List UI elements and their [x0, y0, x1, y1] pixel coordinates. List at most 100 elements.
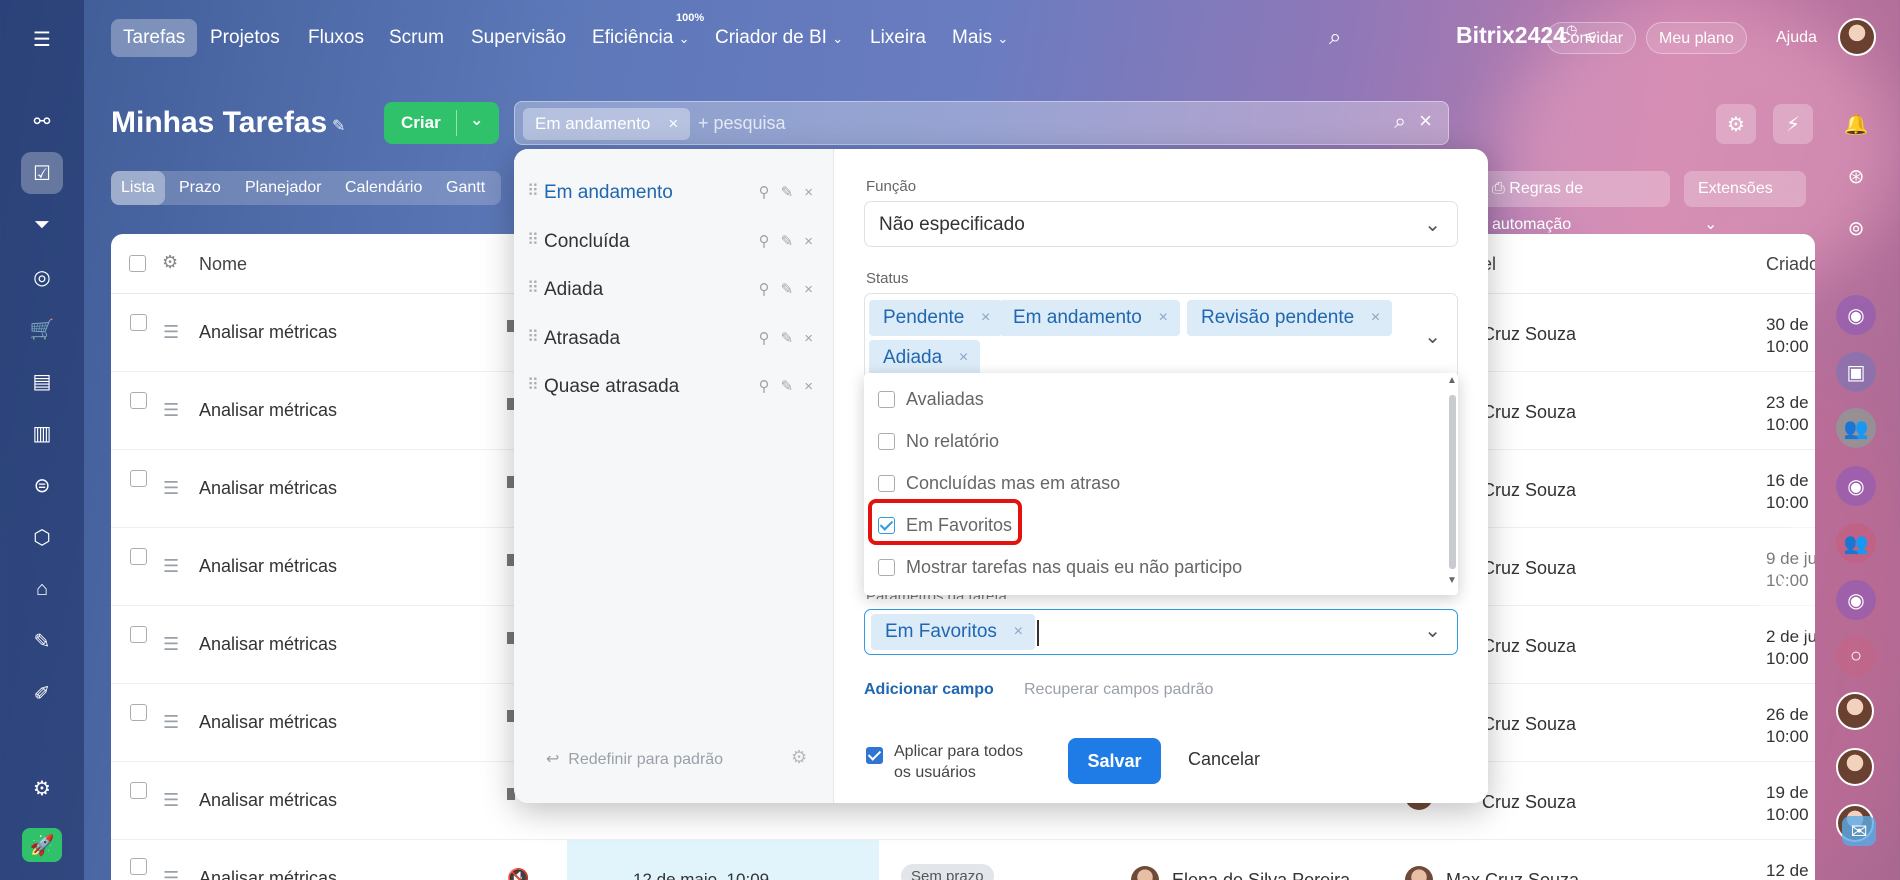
params-select[interactable]: Em Favoritos × ⌄ [864, 609, 1458, 655]
drag-handle-icon[interactable]: ⠿ [527, 327, 539, 347]
edit-icon[interactable]: ✎ [781, 281, 805, 298]
close-icon[interactable]: × [804, 378, 824, 395]
row-checkbox[interactable] [130, 858, 147, 875]
analytics-icon[interactable]: ▥ [21, 412, 63, 454]
tab-lista[interactable]: Lista [111, 171, 165, 205]
pin-icon[interactable]: ⚲ [759, 378, 781, 395]
search-input[interactable]: + pesquisa [698, 113, 786, 134]
edit-icon[interactable]: ✎ [781, 330, 805, 347]
search-bar[interactable]: Em andamento × + pesquisa ⌕ × [514, 101, 1449, 145]
close-icon[interactable]: × [804, 233, 824, 250]
user-avatar[interactable] [1838, 18, 1876, 56]
responsible-name[interactable]: Max Cruz Souza [1446, 870, 1579, 880]
status-tag[interactable]: Em andamento × [999, 300, 1180, 336]
task-name[interactable]: Analisar métricas [199, 478, 337, 499]
pin-icon[interactable]: ⚲ [759, 184, 781, 201]
header-created[interactable]: Criado [1766, 254, 1815, 275]
close-icon[interactable]: × [1371, 300, 1380, 336]
edit-icon[interactable]: ✎ [781, 184, 805, 201]
search-icon[interactable]: ⌕ [1394, 110, 1406, 134]
add-field-link[interactable]: Adicionar campo [864, 681, 994, 699]
tasks-icon[interactable]: ☑ [21, 152, 63, 194]
box-icon[interactable]: ⬡ [21, 516, 63, 558]
select-all-checkbox[interactable] [129, 255, 146, 272]
funnel-icon[interactable]: ⏷ [21, 204, 63, 246]
task-name[interactable]: Analisar métricas [199, 634, 337, 655]
bell-icon[interactable]: 🔔 [1836, 104, 1876, 144]
sync-icon[interactable]: ⊛ [1836, 156, 1876, 196]
drag-handle-icon[interactable]: ☰ [163, 634, 179, 655]
reset-default-button[interactable]: ↩ Redefinir para padrão [546, 749, 723, 769]
table-row[interactable]: ☰ Analisar métricas 🔇 12 de maio, 10:09 Sem … [111, 840, 1815, 880]
option-checkbox[interactable] [878, 391, 895, 408]
close-icon[interactable]: × [981, 300, 990, 336]
gear-icon[interactable]: ⚙ [791, 747, 807, 768]
search-chip[interactable]: Em andamento × [523, 108, 691, 140]
chevron-down-icon[interactable]: ⌄ [470, 110, 483, 130]
robot-icon[interactable]: ⊜ [21, 464, 63, 506]
tab-fluxos[interactable]: Fluxos [296, 19, 376, 57]
tab-gantt[interactable]: Gantt [436, 171, 495, 205]
funcao-select[interactable]: Não especificado ⌄ [864, 201, 1458, 247]
tab-supervisao[interactable]: Supervisão [459, 19, 578, 57]
tab-criador-bi[interactable]: Criador de BI ⌄ [703, 19, 855, 57]
row-checkbox[interactable] [130, 548, 147, 565]
feed-icon[interactable]: ⚯ [21, 100, 63, 142]
circle-icon[interactable]: ○ [1836, 636, 1876, 676]
save-button[interactable]: Salvar [1068, 738, 1161, 784]
drag-handle-icon[interactable]: ☰ [163, 556, 179, 577]
channel-icon[interactable]: ◉ [1836, 580, 1876, 620]
tab-lixeira[interactable]: Lixeira [858, 19, 938, 57]
tab-scrum[interactable]: Scrum [377, 19, 456, 57]
responsible-name[interactable]: Cruz Souza [1482, 636, 1576, 657]
responsible-name[interactable]: Cruz Souza [1482, 402, 1576, 423]
my-plan-button[interactable]: Meu plano [1646, 22, 1747, 54]
status-tag[interactable]: Pendente × [869, 300, 1003, 336]
chat-search-icon[interactable]: ⊚ [1836, 208, 1876, 248]
row-checkbox[interactable] [130, 704, 147, 721]
automation-rules-button[interactable]: ⎙ Regras de automação [1478, 171, 1670, 233]
close-icon[interactable]: × [1014, 614, 1023, 650]
contact-avatar[interactable] [1836, 692, 1874, 730]
scrollbar[interactable]: ▲ ▼ [1446, 375, 1458, 589]
drag-handle-icon[interactable]: ☰ [163, 868, 179, 880]
preset-item[interactable]: ⠿ Em andamento ⚲✎× [514, 169, 834, 217]
apply-all-check[interactable] [866, 747, 883, 764]
close-icon[interactable]: × [804, 184, 824, 201]
drag-handle-icon[interactable]: ☰ [163, 790, 179, 811]
pin-icon[interactable]: ⚲ [759, 330, 781, 347]
header-name[interactable]: Nome [199, 254, 247, 275]
edit-icon[interactable]: ✎ [781, 233, 805, 250]
gear-icon[interactable]: ⚙ [162, 252, 178, 273]
tab-prazo[interactable]: Prazo [169, 171, 231, 205]
row-checkbox[interactable] [130, 392, 147, 409]
close-icon[interactable]: × [1159, 300, 1168, 336]
row-checkbox[interactable] [130, 626, 147, 643]
target-icon[interactable]: ◎ [21, 256, 63, 298]
drag-handle-icon[interactable]: ☰ [163, 712, 179, 733]
task-name[interactable]: Analisar métricas [199, 868, 337, 880]
pin-icon[interactable]: ⚲ [759, 233, 781, 250]
group-chat-icon[interactable]: ▣ [1836, 352, 1876, 392]
lightning-icon[interactable]: ⚡ [1773, 104, 1813, 144]
edit-icon[interactable]: ✎ [781, 378, 805, 395]
row-checkbox[interactable] [130, 782, 147, 799]
chevron-down-icon[interactable]: ⌄ [1424, 324, 1441, 349]
creator-name[interactable]: Elena de Silva Pereira [1172, 870, 1350, 880]
preset-item[interactable]: ⠿ Concluída ⚲✎× [514, 218, 834, 266]
search-icon[interactable]: ⌕ [1329, 24, 1341, 50]
task-name[interactable]: Analisar métricas [199, 712, 337, 733]
drag-handle-icon[interactable]: ☰ [163, 322, 179, 343]
clear-icon[interactable]: × [1419, 108, 1432, 134]
option-checkbox[interactable] [878, 433, 895, 450]
rocket-icon[interactable]: 🚀 [22, 828, 62, 862]
preset-item[interactable]: ⠿ Atrasada ⚲✎× [514, 315, 834, 363]
scroll-up-icon[interactable]: ▲ [1447, 375, 1457, 386]
preset-item[interactable]: ⠿ Adiada ⚲✎× [514, 266, 834, 314]
contact-card-icon[interactable]: ▤ [21, 360, 63, 402]
pin-icon[interactable]: ✎ [332, 116, 345, 136]
docs-icon[interactable]: ✐ [21, 672, 63, 714]
tab-tarefas[interactable]: Tarefas [111, 19, 198, 57]
status-tag[interactable]: Adiada × [869, 340, 981, 376]
responsible-name[interactable]: Cruz Souza [1482, 324, 1576, 345]
